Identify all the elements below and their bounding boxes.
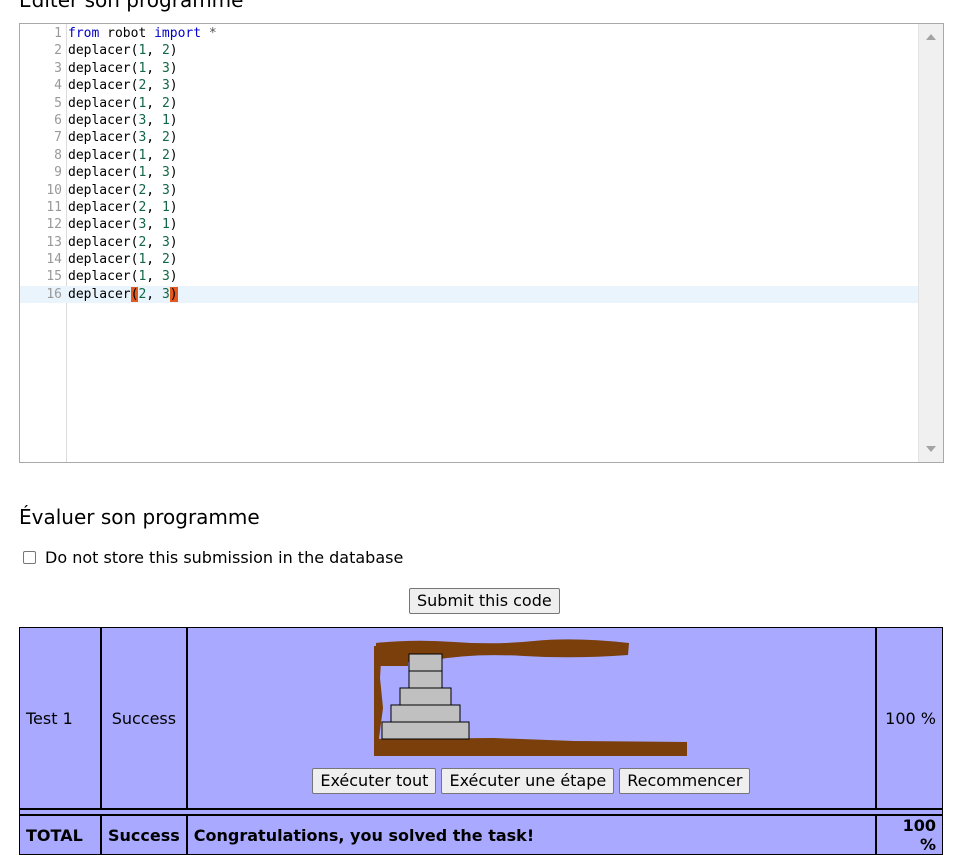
visualization-controls: Exécuter tout Exécuter une étape Recomme…: [194, 768, 869, 794]
code-line[interactable]: 5 deplacer(1, 2): [20, 95, 918, 112]
code-line[interactable]: 11 deplacer(2, 1): [20, 199, 918, 216]
code-line[interactable]: 2 deplacer(1, 2): [20, 42, 918, 59]
code-text[interactable]: deplacer(3, 1): [68, 216, 178, 233]
scroll-up-arrow-icon[interactable]: [926, 34, 936, 40]
frame-bottom-bar: [374, 738, 688, 756]
visualization-cell: Exécuter tout Exécuter une étape Recomme…: [186, 627, 876, 809]
code-text[interactable]: deplacer(1, 3): [68, 268, 178, 285]
code-text[interactable]: deplacer(1, 3): [68, 60, 178, 77]
line-number: 6: [54, 112, 62, 128]
disk-1: [408, 653, 443, 672]
total-row: TOTAL Success Congratulations, you solve…: [19, 815, 943, 855]
line-number: 2: [54, 43, 62, 59]
line-number: 3: [54, 60, 62, 76]
line-number: 16: [46, 286, 62, 302]
scroll-down-arrow-icon[interactable]: [926, 446, 936, 452]
editor-heading: Éditer son programme: [19, 0, 244, 12]
restart-button[interactable]: Recommencer: [619, 768, 751, 794]
no-store-checkbox[interactable]: [23, 551, 36, 564]
code-text[interactable]: deplacer(2, 3): [68, 286, 178, 303]
test-status: Success: [101, 627, 187, 809]
line-number: 10: [46, 182, 62, 198]
disk-5: [381, 721, 470, 740]
results-table: Test 1 Success Exécuter tout Exécuter un…: [19, 627, 943, 855]
code-text[interactable]: deplacer(1, 2): [68, 95, 178, 112]
disk-2: [408, 670, 443, 689]
code-line[interactable]: 15 deplacer(1, 3): [20, 268, 918, 285]
line-number: 7: [54, 130, 62, 146]
code-editor[interactable]: 1 from robot import * 2 deplacer(1, 2) 3 depl…: [19, 23, 944, 463]
line-number: 1: [54, 26, 62, 41]
editor-scrollbar[interactable]: [918, 24, 943, 462]
line-number: 12: [46, 217, 62, 233]
total-message: Congratulations, you solved the task!: [186, 815, 876, 855]
line-number: 11: [46, 199, 62, 215]
no-store-option[interactable]: Do not store this submission in the data…: [23, 548, 403, 567]
code-text[interactable]: deplacer(2, 3): [68, 234, 178, 251]
line-number: 5: [54, 95, 62, 111]
code-text[interactable]: deplacer(1, 2): [68, 42, 178, 59]
hanoi-visualization: [374, 639, 688, 756]
code-text[interactable]: deplacer(3, 1): [68, 112, 178, 129]
line-number: 9: [54, 165, 62, 181]
no-store-label: Do not store this submission in the data…: [45, 548, 404, 567]
total-label: TOTAL: [19, 815, 101, 855]
code-text[interactable]: from robot import *: [68, 25, 217, 42]
line-number: 14: [46, 252, 62, 268]
code-text[interactable]: deplacer(2, 3): [68, 77, 178, 94]
code-line[interactable]: 8 deplacer(1, 2): [20, 147, 918, 164]
code-line[interactable]: 9 deplacer(1, 3): [20, 164, 918, 181]
code-line[interactable]: 14 deplacer(1, 2): [20, 251, 918, 268]
code-line[interactable]: 3 deplacer(1, 3): [20, 60, 918, 77]
code-line[interactable]: 1 from robot import *: [20, 25, 918, 42]
code-line[interactable]: 7 deplacer(3, 2): [20, 129, 918, 146]
run-all-button[interactable]: Exécuter tout: [312, 768, 437, 794]
code-text[interactable]: deplacer(1, 2): [68, 251, 178, 268]
total-status: Success: [101, 815, 187, 855]
code-line[interactable]: 16 deplacer(2, 3): [20, 285, 918, 304]
test-score: 100 %: [876, 627, 943, 809]
code-text[interactable]: deplacer(2, 3): [68, 182, 178, 199]
code-text[interactable]: deplacer(1, 2): [68, 147, 178, 164]
code-line[interactable]: 12 deplacer(3, 1): [20, 216, 918, 233]
disk-3: [399, 687, 452, 706]
code-line[interactable]: 10 deplacer(2, 3): [20, 182, 918, 199]
code-line[interactable]: 6 deplacer(3, 1): [20, 112, 918, 129]
line-number: 15: [46, 269, 62, 285]
code-text[interactable]: deplacer(3, 2): [68, 129, 178, 146]
disk-4: [390, 704, 461, 723]
code-line[interactable]: 4 deplacer(2, 3): [20, 77, 918, 94]
total-score: 100 %: [876, 815, 943, 855]
test-name: Test 1: [19, 627, 101, 809]
evaluate-heading: Évaluer son programme: [19, 505, 260, 529]
test-row: Test 1 Success Exécuter tout Exécuter un…: [19, 627, 943, 809]
line-number: 13: [46, 234, 62, 250]
line-number: 8: [54, 147, 62, 163]
code-line[interactable]: 13 deplacer(2, 3): [20, 234, 918, 251]
line-number: 4: [54, 78, 62, 94]
submit-code-button[interactable]: Submit this code: [409, 588, 560, 614]
code-lines[interactable]: 1 from robot import * 2 deplacer(1, 2) 3 depl…: [20, 24, 918, 304]
run-step-button[interactable]: Exécuter une étape: [441, 768, 615, 794]
code-text[interactable]: deplacer(1, 3): [68, 164, 178, 181]
code-text[interactable]: deplacer(2, 1): [68, 199, 178, 216]
